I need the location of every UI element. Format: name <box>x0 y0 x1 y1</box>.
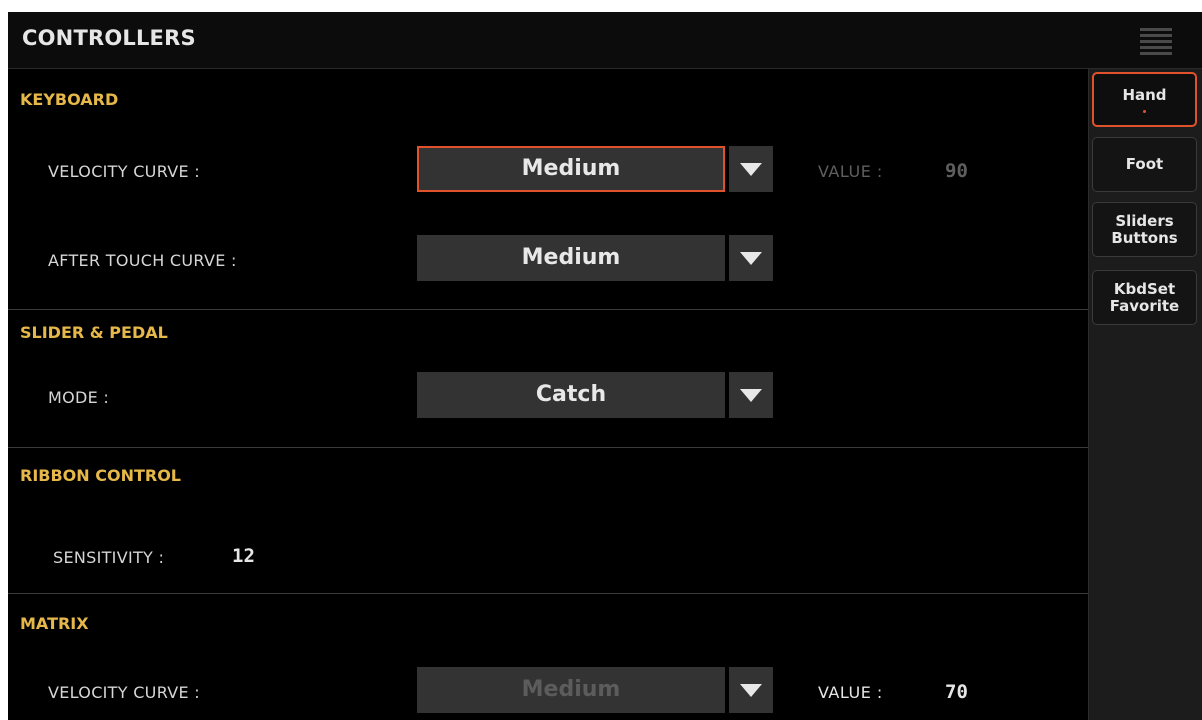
tab-sliders-buttons-line2: Buttons <box>1111 228 1178 247</box>
sensitivity-value[interactable]: 12 <box>232 545 255 567</box>
chevron-down-icon <box>740 389 762 402</box>
controllers-screen: CONTROLLERS KEYBOARD VELOCITY CURVE : Me… <box>8 12 1202 720</box>
velocity-value-number: 90 <box>945 160 968 182</box>
tab-hand[interactable]: Hand <box>1092 72 1197 127</box>
chevron-down-icon <box>740 252 762 265</box>
after-touch-curve-dropdown[interactable]: Medium <box>417 235 725 281</box>
tab-sliders-buttons-line1: Sliders <box>1115 211 1174 230</box>
velocity-value-label: VALUE : <box>818 162 883 181</box>
matrix-velocity-curve-label: VELOCITY CURVE : <box>48 683 200 702</box>
ribbon-control-section-heading: RIBBON CONTROL <box>20 466 181 485</box>
matrix-velocity-curve-dropdown[interactable]: Medium <box>417 667 725 713</box>
tab-kbdset-favorite[interactable]: KbdSet Favorite <box>1092 270 1197 325</box>
tab-kbdset-favorite-line2: Favorite <box>1109 296 1180 315</box>
matrix-value-number: 70 <box>945 681 968 703</box>
tab-sliders-buttons[interactable]: Sliders Buttons <box>1092 202 1197 257</box>
tab-sidebar: Hand Foot Sliders Buttons KbdSet Favorit… <box>1088 69 1202 720</box>
velocity-curve-arrow-button[interactable] <box>729 146 773 192</box>
mode-label: MODE : <box>48 388 110 407</box>
section-divider <box>8 447 1088 448</box>
tab-kbdset-favorite-line1: KbdSet <box>1113 279 1176 298</box>
velocity-curve-label: VELOCITY CURVE : <box>48 162 200 181</box>
hamburger-menu-icon[interactable] <box>1140 24 1172 56</box>
chevron-down-icon <box>740 684 762 697</box>
sensitivity-label: SENSITIVITY : <box>53 548 165 567</box>
velocity-curve-dropdown[interactable]: Medium <box>417 146 725 192</box>
main-panel: KEYBOARD VELOCITY CURVE : Medium VALUE :… <box>8 69 1088 720</box>
matrix-section-heading: MATRIX <box>20 614 89 633</box>
title-bar: CONTROLLERS <box>8 12 1202 69</box>
after-touch-curve-arrow-button[interactable] <box>729 235 773 281</box>
section-divider <box>8 593 1088 594</box>
chevron-down-icon <box>740 163 762 176</box>
page-title: CONTROLLERS <box>22 26 196 50</box>
after-touch-curve-label: AFTER TOUCH CURVE : <box>48 251 237 270</box>
keyboard-section-heading: KEYBOARD <box>20 90 119 109</box>
mode-dropdown[interactable]: Catch <box>417 372 725 418</box>
active-indicator-icon <box>1143 109 1146 113</box>
tab-hand-label: Hand <box>1122 85 1167 104</box>
slider-pedal-section-heading: SLIDER & PEDAL <box>20 323 168 342</box>
section-divider <box>8 309 1088 310</box>
matrix-value-label: VALUE : <box>818 683 883 702</box>
tab-foot[interactable]: Foot <box>1092 137 1197 192</box>
tab-foot-label: Foot <box>1125 155 1164 173</box>
mode-arrow-button[interactable] <box>729 372 773 418</box>
matrix-velocity-curve-arrow-button[interactable] <box>729 667 773 713</box>
